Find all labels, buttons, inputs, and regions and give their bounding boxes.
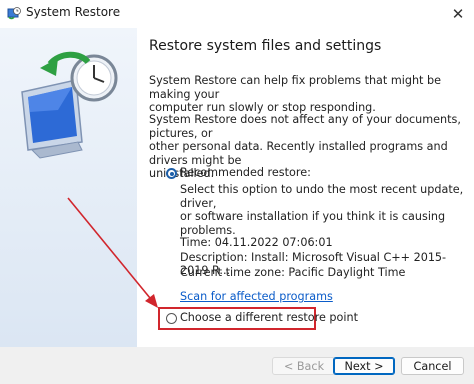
content-pane: Restore system files and settings System… <box>137 28 474 347</box>
cancel-button[interactable]: Cancel <box>401 357 464 375</box>
time-zone: Current time zone: Pacific Daylight Time <box>180 266 406 279</box>
recommended-restore-radio[interactable] <box>166 168 177 179</box>
restore-time: Time: 04.11.2022 07:06:01 <box>180 236 333 249</box>
recommended-restore-label[interactable]: Recommended restore: <box>180 166 311 179</box>
close-icon: ✕ <box>451 5 465 23</box>
title-bar: System Restore ✕ <box>0 0 474 28</box>
system-restore-window: System Restore ✕ Restore system files an… <box>0 0 474 384</box>
left-banner <box>0 28 137 347</box>
next-button[interactable]: Next > <box>333 357 395 375</box>
intro-text: System Restore can help fix problems tha… <box>149 74 467 115</box>
system-restore-app-icon <box>7 7 21 20</box>
close-button[interactable]: ✕ <box>442 0 474 28</box>
scan-affected-programs-link[interactable]: Scan for affected programs <box>180 290 333 303</box>
recommended-description: Select this option to undo the most rece… <box>180 183 470 237</box>
note-line-1: System Restore does not affect any of yo… <box>149 113 461 140</box>
footer-bar: < Back Next > Cancel <box>0 347 474 384</box>
note-line-2: other personal data. Recently installed … <box>149 140 448 167</box>
recommended-desc-line-1: Select this option to undo the most rece… <box>180 183 464 210</box>
different-restore-point-label[interactable]: Choose a different restore point <box>180 311 358 324</box>
intro-line-1: System Restore can help fix problems tha… <box>149 74 441 101</box>
page-title: Restore system files and settings <box>149 38 382 54</box>
recommended-desc-line-2: or software installation if you think it… <box>180 210 446 237</box>
different-restore-point-radio[interactable] <box>166 313 177 324</box>
back-button[interactable]: < Back <box>272 357 336 375</box>
computer-clock-restore-icon <box>21 51 118 159</box>
window-title: System Restore <box>26 5 121 19</box>
